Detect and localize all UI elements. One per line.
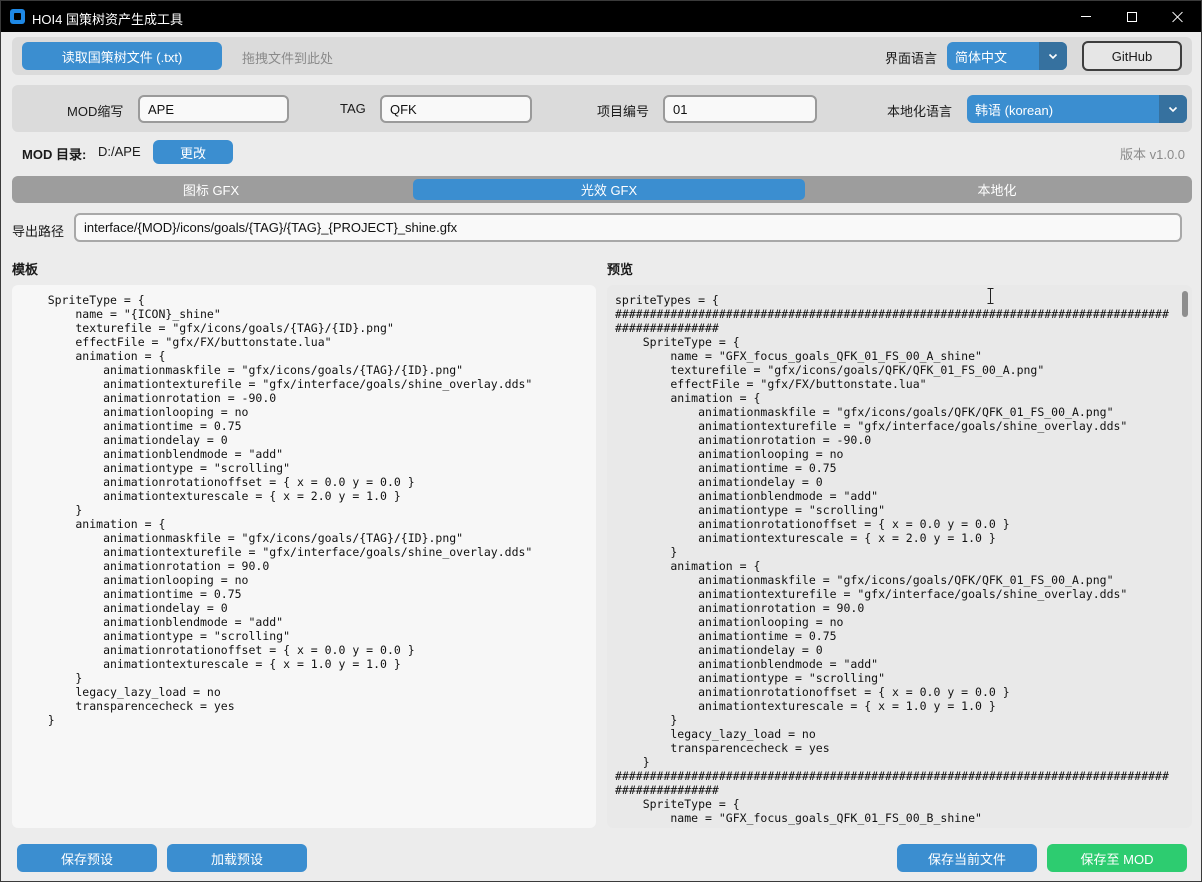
mod-id-label: MOD缩写 <box>67 104 124 119</box>
drop-hint: 拖拽文件到此处 <box>242 51 334 66</box>
close-icon <box>1172 11 1184 23</box>
template-heading: 模板 <box>12 262 39 277</box>
loc-language-value: 韩语 (korean) <box>975 102 1054 118</box>
template-editor[interactable]: SpriteType = { name = "{ICON}_shine" tex… <box>12 285 596 828</box>
maximize-icon <box>1127 11 1137 22</box>
chevron-down-icon[interactable] <box>1039 42 1067 70</box>
minimize-button[interactable] <box>1063 1 1109 32</box>
tab-localisation[interactable]: 本地化 <box>805 179 1189 200</box>
ui-language-label: 界面语言 <box>885 51 938 66</box>
preview-editor[interactable]: spriteTypes = { ########################… <box>607 285 1192 828</box>
app-window: HOI4 国策树资产生成工具 读取国策树文件 (.txt) 拖拽文件到此处 界面… <box>0 0 1202 882</box>
template-code: SpriteType = { name = "{ICON}_shine" tex… <box>47 293 533 727</box>
export-path-label: 导出路径 <box>12 224 65 239</box>
tab-bar: 图标 GFX 光效 GFX 本地化 <box>12 176 1192 203</box>
project-label: 项目编号 <box>597 104 650 119</box>
open-file-button[interactable]: 读取国策树文件 (.txt) <box>22 42 222 70</box>
change-dir-button[interactable]: 更改 <box>153 140 233 164</box>
loc-language-select[interactable]: 韩语 (korean) <box>967 95 1187 123</box>
preview-code: spriteTypes = { ########################… <box>615 293 1169 825</box>
close-button[interactable] <box>1155 1 1201 32</box>
tag-input[interactable]: QFK <box>380 95 532 123</box>
minimize-icon <box>1081 16 1091 17</box>
preview-scrollbar[interactable] <box>1182 291 1188 317</box>
tab-shine-gfx[interactable]: 光效 GFX <box>413 179 805 200</box>
version-label: 版本 v1.0.0 <box>1120 147 1186 162</box>
save-to-mod-button[interactable]: 保存至 MOD <box>1047 844 1187 872</box>
project-input[interactable]: 01 <box>663 95 817 123</box>
load-preset-button[interactable]: 加载预设 <box>167 844 307 872</box>
save-preset-button[interactable]: 保存预设 <box>17 844 157 872</box>
tag-label: TAG <box>340 101 366 116</box>
preview-heading: 预览 <box>607 262 634 277</box>
github-button[interactable]: GitHub <box>1082 41 1182 71</box>
export-path-input[interactable]: interface/{MOD}/icons/goals/{TAG}/{TAG}_… <box>74 213 1182 242</box>
save-current-button[interactable]: 保存当前文件 <box>897 844 1037 872</box>
title-bar[interactable]: HOI4 国策树资产生成工具 <box>1 1 1201 32</box>
maximize-button[interactable] <box>1109 1 1155 32</box>
mod-dir-label: MOD 目录: <box>22 147 87 162</box>
app-icon <box>10 9 25 24</box>
mod-id-input[interactable]: APE <box>138 95 289 123</box>
loc-language-label: 本地化语言 <box>887 104 953 119</box>
window-title: HOI4 国策树资产生成工具 <box>32 12 183 27</box>
text-cursor-icon <box>987 288 994 304</box>
ui-language-value: 简体中文 <box>955 49 1008 65</box>
ui-language-select[interactable]: 简体中文 <box>947 42 1067 70</box>
mod-dir-value: D:/APE <box>98 144 141 159</box>
chevron-down-icon[interactable] <box>1159 95 1187 123</box>
tab-icon-gfx[interactable]: 图标 GFX <box>15 179 407 200</box>
